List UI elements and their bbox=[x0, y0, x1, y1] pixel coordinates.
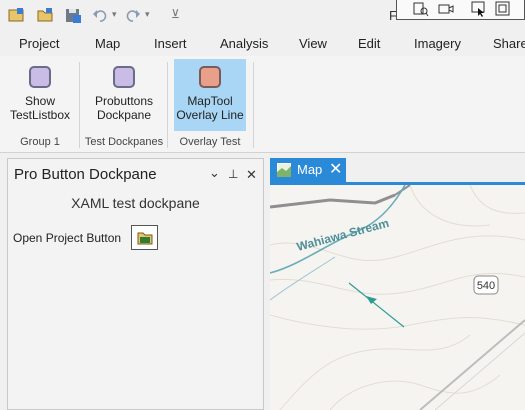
ribbon-border bbox=[0, 152, 525, 153]
test-dockpanes-label: Test Dockpanes bbox=[84, 136, 164, 148]
probuttons-dockpane-button[interactable]: Probuttons Dockpane bbox=[86, 66, 162, 122]
show-testlistbox-label: Show TestListbox bbox=[9, 94, 71, 122]
tab-imagery[interactable]: Imagery bbox=[414, 36, 461, 51]
stream-label: Wahiawa Stream bbox=[295, 216, 390, 254]
fit-extent-icon[interactable] bbox=[495, 1, 511, 17]
tab-project[interactable]: Project bbox=[19, 36, 59, 51]
maptool-overlay-line-label: MapTool Overlay Line bbox=[176, 94, 244, 122]
floating-map-toolbar bbox=[396, 0, 525, 20]
topographic-basemap: Wahiawa Stream 540 bbox=[270, 185, 525, 410]
undo-dropdown-icon[interactable]: ▾ bbox=[112, 9, 117, 20]
redo-dropdown-icon[interactable]: ▾ bbox=[145, 9, 150, 20]
show-testlistbox-button[interactable]: Show TestListbox bbox=[6, 66, 74, 122]
new-project-icon[interactable] bbox=[8, 7, 24, 23]
video-icon[interactable] bbox=[438, 1, 454, 17]
ribbon-divider bbox=[79, 62, 80, 148]
redo-icon[interactable] bbox=[125, 7, 141, 23]
maptool-icon bbox=[199, 66, 221, 88]
quick-access-toolbar: ▾ ▾ ⊻ F bbox=[0, 0, 525, 30]
map-view[interactable]: Wahiawa Stream 540 bbox=[270, 185, 525, 410]
open-project-button[interactable] bbox=[131, 225, 158, 250]
probuttons-dockpane-label: Probuttons Dockpane bbox=[94, 94, 154, 122]
customize-icon[interactable]: ⊻ bbox=[171, 7, 180, 21]
open-folder-icon bbox=[137, 232, 153, 245]
dockpane-title: Pro Button Dockpane bbox=[14, 166, 157, 183]
arrow-icon bbox=[366, 296, 377, 304]
undo-icon[interactable] bbox=[92, 7, 108, 23]
ribbon-divider bbox=[253, 62, 254, 148]
overlay-line bbox=[348, 282, 405, 328]
open-project-label: Open Project Button bbox=[13, 231, 122, 245]
close-icon[interactable]: ✕ bbox=[246, 167, 257, 183]
tab-view[interactable]: View bbox=[299, 36, 327, 51]
save-project-icon[interactable] bbox=[65, 7, 81, 23]
dockpane-button-icon bbox=[113, 66, 135, 88]
addin-button-icon bbox=[29, 66, 51, 88]
tab-edit[interactable]: Edit bbox=[358, 36, 380, 51]
tab-analysis[interactable]: Analysis bbox=[220, 36, 268, 51]
tab-share[interactable]: Share bbox=[493, 36, 525, 51]
close-icon[interactable]: ✕ bbox=[329, 159, 342, 179]
map-icon bbox=[277, 163, 291, 177]
open-project-icon[interactable] bbox=[37, 7, 53, 23]
dockpane-subtitle: XAML test dockpane bbox=[71, 195, 200, 211]
identify-icon[interactable] bbox=[413, 1, 429, 17]
route-label: 540 bbox=[477, 280, 495, 292]
map-tab-label: Map bbox=[297, 162, 323, 177]
ribbon-divider bbox=[167, 62, 168, 148]
tab-map-view[interactable]: Map ✕ bbox=[270, 158, 346, 182]
group1-label: Group 1 bbox=[20, 136, 60, 148]
tab-map[interactable]: Map bbox=[95, 36, 120, 51]
pin-icon[interactable]: ⊥ bbox=[228, 167, 238, 181]
chevron-down-icon[interactable]: ⌄ bbox=[209, 165, 220, 181]
tab-insert[interactable]: Insert bbox=[154, 36, 187, 51]
overlay-test-label: Overlay Test bbox=[179, 136, 241, 148]
maptool-overlay-line-button[interactable]: MapTool Overlay Line bbox=[174, 59, 246, 131]
pro-button-dockpane: Pro Button Dockpane ⌄ ⊥ ✕ XAML test dock… bbox=[7, 158, 264, 410]
select-tool-icon[interactable] bbox=[471, 1, 487, 17]
